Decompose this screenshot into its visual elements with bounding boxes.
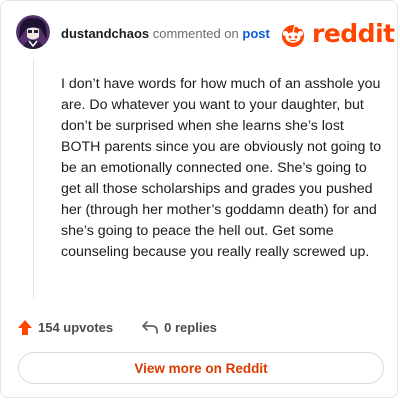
user-avatar[interactable] bbox=[16, 15, 50, 49]
post-link[interactable]: post bbox=[242, 26, 269, 41]
upvote-arrow-icon bbox=[18, 319, 32, 335]
upvote-count: 154 upvotes bbox=[38, 319, 114, 335]
username-link[interactable]: dustandchaos bbox=[61, 26, 149, 41]
reply-count: 0 replies bbox=[164, 319, 217, 335]
reddit-wordmark: reddit bbox=[312, 19, 395, 48]
comment-actions: 154 upvotes 0 replies bbox=[17, 317, 217, 337]
avatar-illustration bbox=[16, 15, 50, 49]
comment-body: I don’t have words for how much of an as… bbox=[61, 76, 382, 260]
comment-header: dustandchaos commented on post bbox=[61, 26, 270, 42]
thread-line bbox=[33, 59, 34, 299]
view-more-button[interactable]: View more on Reddit bbox=[18, 352, 384, 384]
comment-action-text: commented on bbox=[152, 26, 239, 41]
reddit-logo[interactable]: reddit bbox=[278, 20, 395, 48]
reddit-snoo-icon bbox=[282, 25, 304, 47]
reply-arrow-icon bbox=[142, 321, 159, 334]
replies-button[interactable]: 0 replies bbox=[141, 320, 217, 335]
reddit-comment-card: dustandchaos commented on post reddit I … bbox=[0, 0, 398, 398]
upvote-button[interactable]: 154 upvotes bbox=[17, 319, 113, 336]
